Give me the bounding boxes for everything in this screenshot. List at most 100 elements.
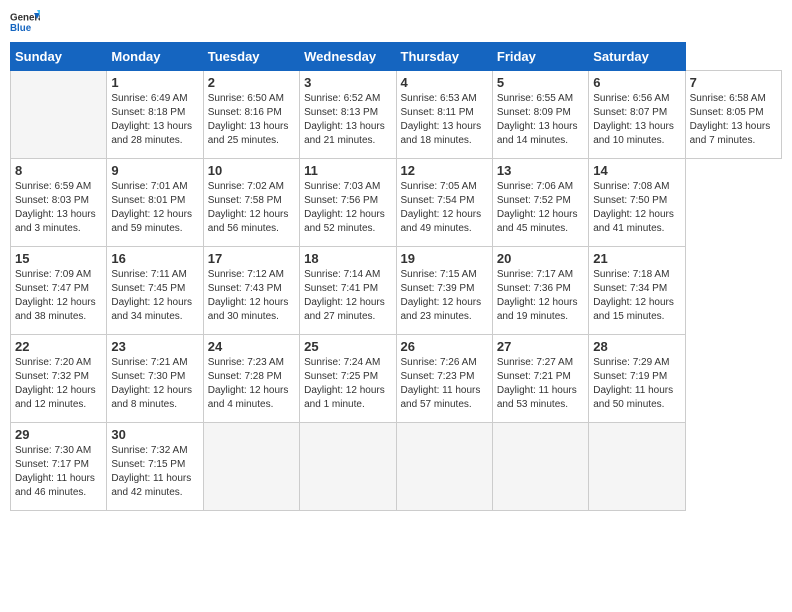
calendar-cell: 26 Sunrise: 7:26 AMSunset: 7:23 PMDaylig…	[396, 335, 492, 423]
calendar-cell: 19 Sunrise: 7:15 AMSunset: 7:39 PMDaylig…	[396, 247, 492, 335]
weekday-header-monday: Monday	[107, 43, 203, 71]
weekday-header-saturday: Saturday	[589, 43, 685, 71]
day-number: 12	[401, 163, 488, 178]
logo: General Blue	[10, 10, 40, 34]
calendar-table: SundayMondayTuesdayWednesdayThursdayFrid…	[10, 42, 782, 511]
weekday-header-row: SundayMondayTuesdayWednesdayThursdayFrid…	[11, 43, 782, 71]
calendar-cell	[203, 423, 299, 511]
weekday-header-sunday: Sunday	[11, 43, 107, 71]
calendar-cell: 24 Sunrise: 7:23 AMSunset: 7:28 PMDaylig…	[203, 335, 299, 423]
logo-icon: General Blue	[10, 10, 40, 34]
day-info: Sunrise: 6:55 AMSunset: 8:09 PMDaylight:…	[497, 92, 584, 148]
day-number: 14	[593, 163, 680, 178]
day-number: 18	[304, 251, 391, 266]
calendar-cell: 20 Sunrise: 7:17 AMSunset: 7:36 PMDaylig…	[492, 247, 588, 335]
day-info: Sunrise: 7:15 AMSunset: 7:39 PMDaylight:…	[401, 268, 488, 324]
calendar-cell: 15 Sunrise: 7:09 AMSunset: 7:47 PMDaylig…	[11, 247, 107, 335]
calendar-cell: 9 Sunrise: 7:01 AMSunset: 8:01 PMDayligh…	[107, 159, 203, 247]
day-info: Sunrise: 7:02 AMSunset: 7:58 PMDaylight:…	[208, 180, 295, 236]
day-number: 9	[111, 163, 198, 178]
day-number: 24	[208, 339, 295, 354]
calendar-cell: 16 Sunrise: 7:11 AMSunset: 7:45 PMDaylig…	[107, 247, 203, 335]
day-info: Sunrise: 7:14 AMSunset: 7:41 PMDaylight:…	[304, 268, 391, 324]
calendar-cell	[396, 423, 492, 511]
day-number: 29	[15, 427, 102, 442]
calendar-cell: 23 Sunrise: 7:21 AMSunset: 7:30 PMDaylig…	[107, 335, 203, 423]
day-number: 27	[497, 339, 584, 354]
day-info: Sunrise: 6:49 AMSunset: 8:18 PMDaylight:…	[111, 92, 198, 148]
calendar-cell	[11, 71, 107, 159]
day-info: Sunrise: 6:59 AMSunset: 8:03 PMDaylight:…	[15, 180, 102, 236]
day-info: Sunrise: 7:05 AMSunset: 7:54 PMDaylight:…	[401, 180, 488, 236]
day-info: Sunrise: 7:12 AMSunset: 7:43 PMDaylight:…	[208, 268, 295, 324]
calendar-cell: 11 Sunrise: 7:03 AMSunset: 7:56 PMDaylig…	[300, 159, 396, 247]
day-number: 20	[497, 251, 584, 266]
calendar-cell: 17 Sunrise: 7:12 AMSunset: 7:43 PMDaylig…	[203, 247, 299, 335]
day-info: Sunrise: 7:24 AMSunset: 7:25 PMDaylight:…	[304, 356, 391, 412]
calendar-cell: 21 Sunrise: 7:18 AMSunset: 7:34 PMDaylig…	[589, 247, 685, 335]
day-info: Sunrise: 7:01 AMSunset: 8:01 PMDaylight:…	[111, 180, 198, 236]
weekday-header-thursday: Thursday	[396, 43, 492, 71]
calendar-cell: 6 Sunrise: 6:56 AMSunset: 8:07 PMDayligh…	[589, 71, 685, 159]
calendar-week-row: 8 Sunrise: 6:59 AMSunset: 8:03 PMDayligh…	[11, 159, 782, 247]
day-info: Sunrise: 6:50 AMSunset: 8:16 PMDaylight:…	[208, 92, 295, 148]
day-info: Sunrise: 6:53 AMSunset: 8:11 PMDaylight:…	[401, 92, 488, 148]
day-info: Sunrise: 7:06 AMSunset: 7:52 PMDaylight:…	[497, 180, 584, 236]
day-info: Sunrise: 7:18 AMSunset: 7:34 PMDaylight:…	[593, 268, 680, 324]
calendar-cell: 1 Sunrise: 6:49 AMSunset: 8:18 PMDayligh…	[107, 71, 203, 159]
day-number: 13	[497, 163, 584, 178]
calendar-week-row: 1 Sunrise: 6:49 AMSunset: 8:18 PMDayligh…	[11, 71, 782, 159]
day-number: 19	[401, 251, 488, 266]
day-info: Sunrise: 7:21 AMSunset: 7:30 PMDaylight:…	[111, 356, 198, 412]
weekday-header-friday: Friday	[492, 43, 588, 71]
calendar-week-row: 29 Sunrise: 7:30 AMSunset: 7:17 PMDaylig…	[11, 423, 782, 511]
calendar-cell: 10 Sunrise: 7:02 AMSunset: 7:58 PMDaylig…	[203, 159, 299, 247]
weekday-header-tuesday: Tuesday	[203, 43, 299, 71]
day-info: Sunrise: 6:52 AMSunset: 8:13 PMDaylight:…	[304, 92, 391, 148]
calendar-cell: 22 Sunrise: 7:20 AMSunset: 7:32 PMDaylig…	[11, 335, 107, 423]
day-number: 1	[111, 75, 198, 90]
calendar-cell: 4 Sunrise: 6:53 AMSunset: 8:11 PMDayligh…	[396, 71, 492, 159]
day-info: Sunrise: 7:20 AMSunset: 7:32 PMDaylight:…	[15, 356, 102, 412]
day-info: Sunrise: 7:08 AMSunset: 7:50 PMDaylight:…	[593, 180, 680, 236]
calendar-cell: 14 Sunrise: 7:08 AMSunset: 7:50 PMDaylig…	[589, 159, 685, 247]
calendar-cell: 18 Sunrise: 7:14 AMSunset: 7:41 PMDaylig…	[300, 247, 396, 335]
day-number: 5	[497, 75, 584, 90]
day-number: 15	[15, 251, 102, 266]
day-number: 2	[208, 75, 295, 90]
weekday-header-wednesday: Wednesday	[300, 43, 396, 71]
day-info: Sunrise: 7:11 AMSunset: 7:45 PMDaylight:…	[111, 268, 198, 324]
calendar-cell: 27 Sunrise: 7:27 AMSunset: 7:21 PMDaylig…	[492, 335, 588, 423]
calendar-cell: 29 Sunrise: 7:30 AMSunset: 7:17 PMDaylig…	[11, 423, 107, 511]
calendar-week-row: 15 Sunrise: 7:09 AMSunset: 7:47 PMDaylig…	[11, 247, 782, 335]
svg-text:Blue: Blue	[10, 23, 32, 34]
day-number: 28	[593, 339, 680, 354]
day-info: Sunrise: 7:17 AMSunset: 7:36 PMDaylight:…	[497, 268, 584, 324]
calendar-cell: 13 Sunrise: 7:06 AMSunset: 7:52 PMDaylig…	[492, 159, 588, 247]
calendar-cell: 28 Sunrise: 7:29 AMSunset: 7:19 PMDaylig…	[589, 335, 685, 423]
calendar-cell: 2 Sunrise: 6:50 AMSunset: 8:16 PMDayligh…	[203, 71, 299, 159]
day-number: 10	[208, 163, 295, 178]
calendar-cell	[492, 423, 588, 511]
day-number: 17	[208, 251, 295, 266]
day-number: 6	[593, 75, 680, 90]
day-info: Sunrise: 6:58 AMSunset: 8:05 PMDaylight:…	[690, 92, 777, 148]
calendar-cell: 25 Sunrise: 7:24 AMSunset: 7:25 PMDaylig…	[300, 335, 396, 423]
day-number: 7	[690, 75, 777, 90]
day-number: 3	[304, 75, 391, 90]
day-number: 23	[111, 339, 198, 354]
day-number: 22	[15, 339, 102, 354]
calendar-cell: 8 Sunrise: 6:59 AMSunset: 8:03 PMDayligh…	[11, 159, 107, 247]
calendar-week-row: 22 Sunrise: 7:20 AMSunset: 7:32 PMDaylig…	[11, 335, 782, 423]
day-info: Sunrise: 7:09 AMSunset: 7:47 PMDaylight:…	[15, 268, 102, 324]
day-number: 30	[111, 427, 198, 442]
day-info: Sunrise: 7:03 AMSunset: 7:56 PMDaylight:…	[304, 180, 391, 236]
day-info: Sunrise: 7:27 AMSunset: 7:21 PMDaylight:…	[497, 356, 584, 412]
day-info: Sunrise: 7:32 AMSunset: 7:15 PMDaylight:…	[111, 444, 198, 500]
day-info: Sunrise: 7:29 AMSunset: 7:19 PMDaylight:…	[593, 356, 680, 412]
calendar-cell: 12 Sunrise: 7:05 AMSunset: 7:54 PMDaylig…	[396, 159, 492, 247]
calendar-cell: 5 Sunrise: 6:55 AMSunset: 8:09 PMDayligh…	[492, 71, 588, 159]
day-info: Sunrise: 7:26 AMSunset: 7:23 PMDaylight:…	[401, 356, 488, 412]
day-number: 16	[111, 251, 198, 266]
day-number: 8	[15, 163, 102, 178]
